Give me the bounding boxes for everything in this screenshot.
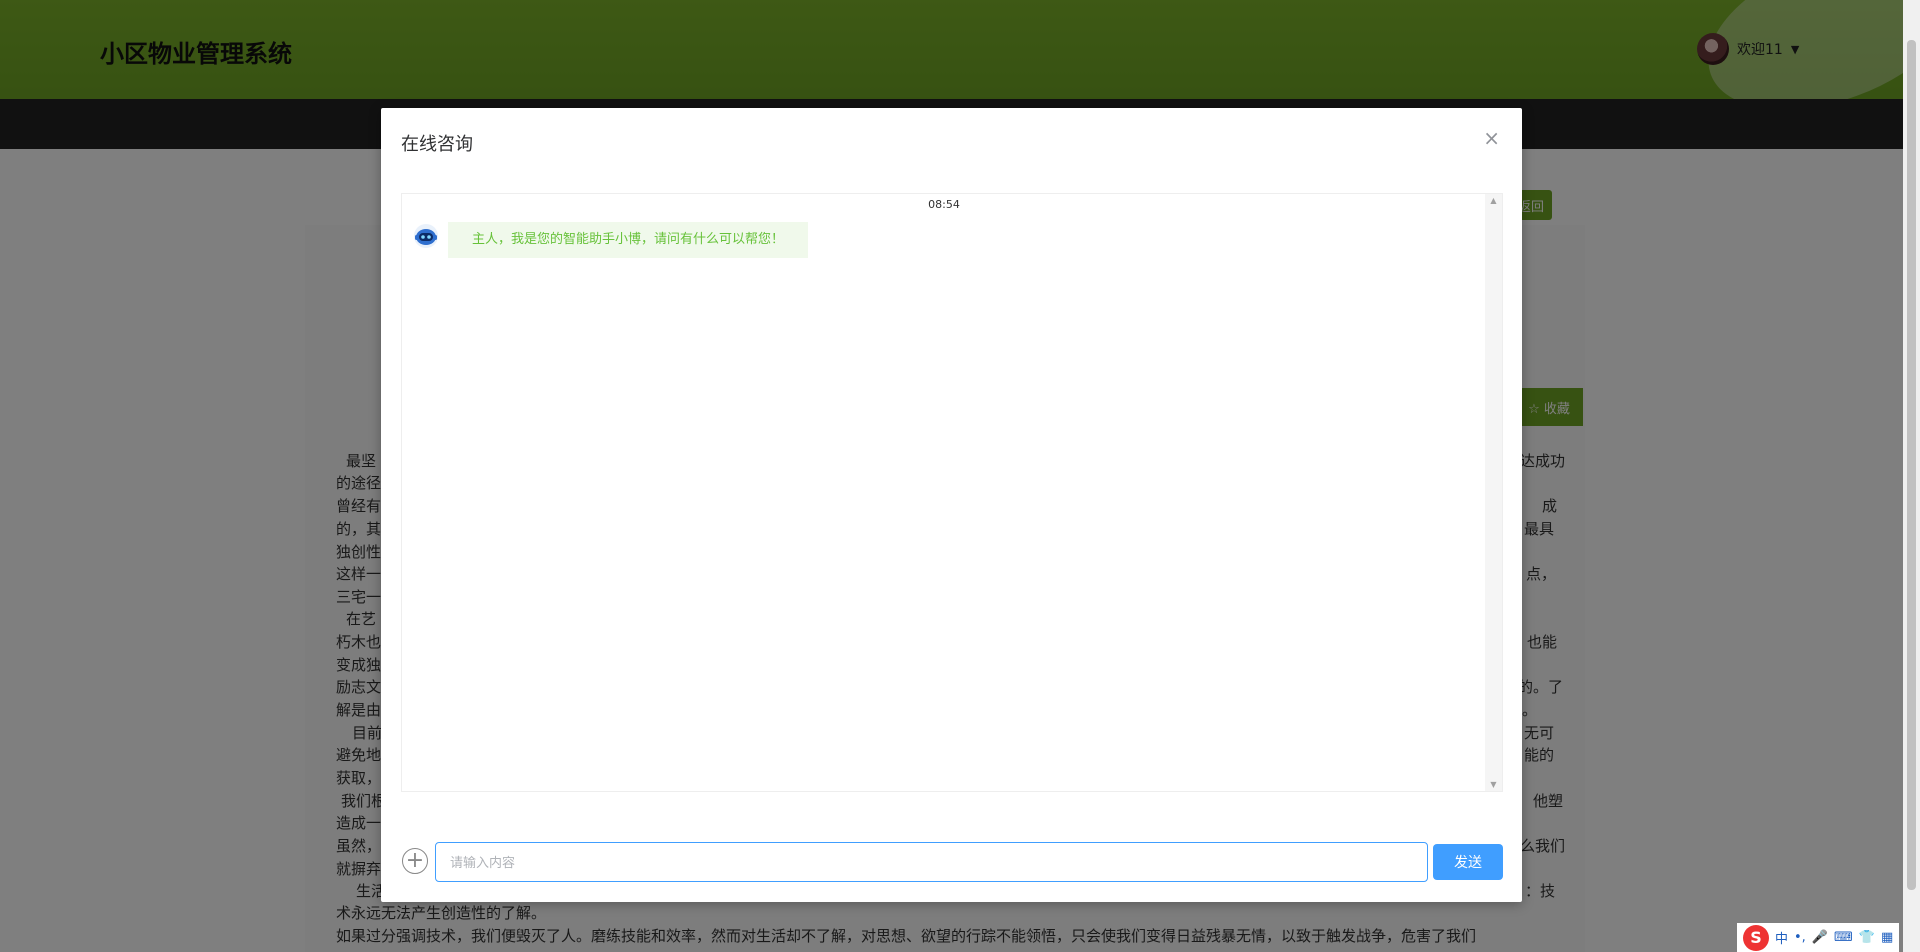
ime-language[interactable]: 中 [1775, 928, 1788, 947]
ime-toolbar[interactable]: S 中 •, 🎤 ⌨ 👕 ▦ [1737, 923, 1900, 952]
scroll-up-arrow-icon[interactable]: ▲ [1485, 196, 1502, 205]
keyboard-icon[interactable]: ⌨ [1834, 930, 1853, 945]
dialog-title: 在线咨询 [401, 134, 473, 155]
sogou-logo-icon[interactable]: S [1743, 924, 1769, 951]
message-timestamp: 08:54 [928, 198, 960, 211]
message-input[interactable] [435, 842, 1428, 882]
close-icon[interactable]: × [1483, 128, 1500, 148]
send-button[interactable]: 发送 [1433, 844, 1503, 880]
chat-scrollbar[interactable]: ▲ ▼ [1485, 194, 1502, 791]
microphone-icon[interactable]: 🎤 [1812, 930, 1828, 945]
scroll-down-arrow-icon[interactable]: ▼ [1485, 780, 1502, 789]
robot-avatar-icon [414, 224, 438, 248]
add-attachment-icon[interactable]: + [402, 848, 428, 874]
chat-history[interactable]: 08:54 主人，我是您的智能助手小博，请问有什么可以帮您！ ▲ ▼ [401, 193, 1503, 792]
consult-dialog: 在线咨询 × 08:54 主人，我是您的智能助手小博，请问有什么可以帮您！ ▲ … [381, 108, 1522, 902]
page-scrollbar-thumb[interactable] [1907, 40, 1916, 890]
bot-message: 主人，我是您的智能助手小博，请问有什么可以帮您！ [448, 222, 809, 258]
skin-icon[interactable]: 👕 [1859, 930, 1875, 945]
ime-punctuation-icon[interactable]: •, [1794, 930, 1806, 945]
toolbox-icon[interactable]: ▦ [1881, 930, 1893, 945]
page-scrollbar[interactable] [1903, 0, 1920, 952]
